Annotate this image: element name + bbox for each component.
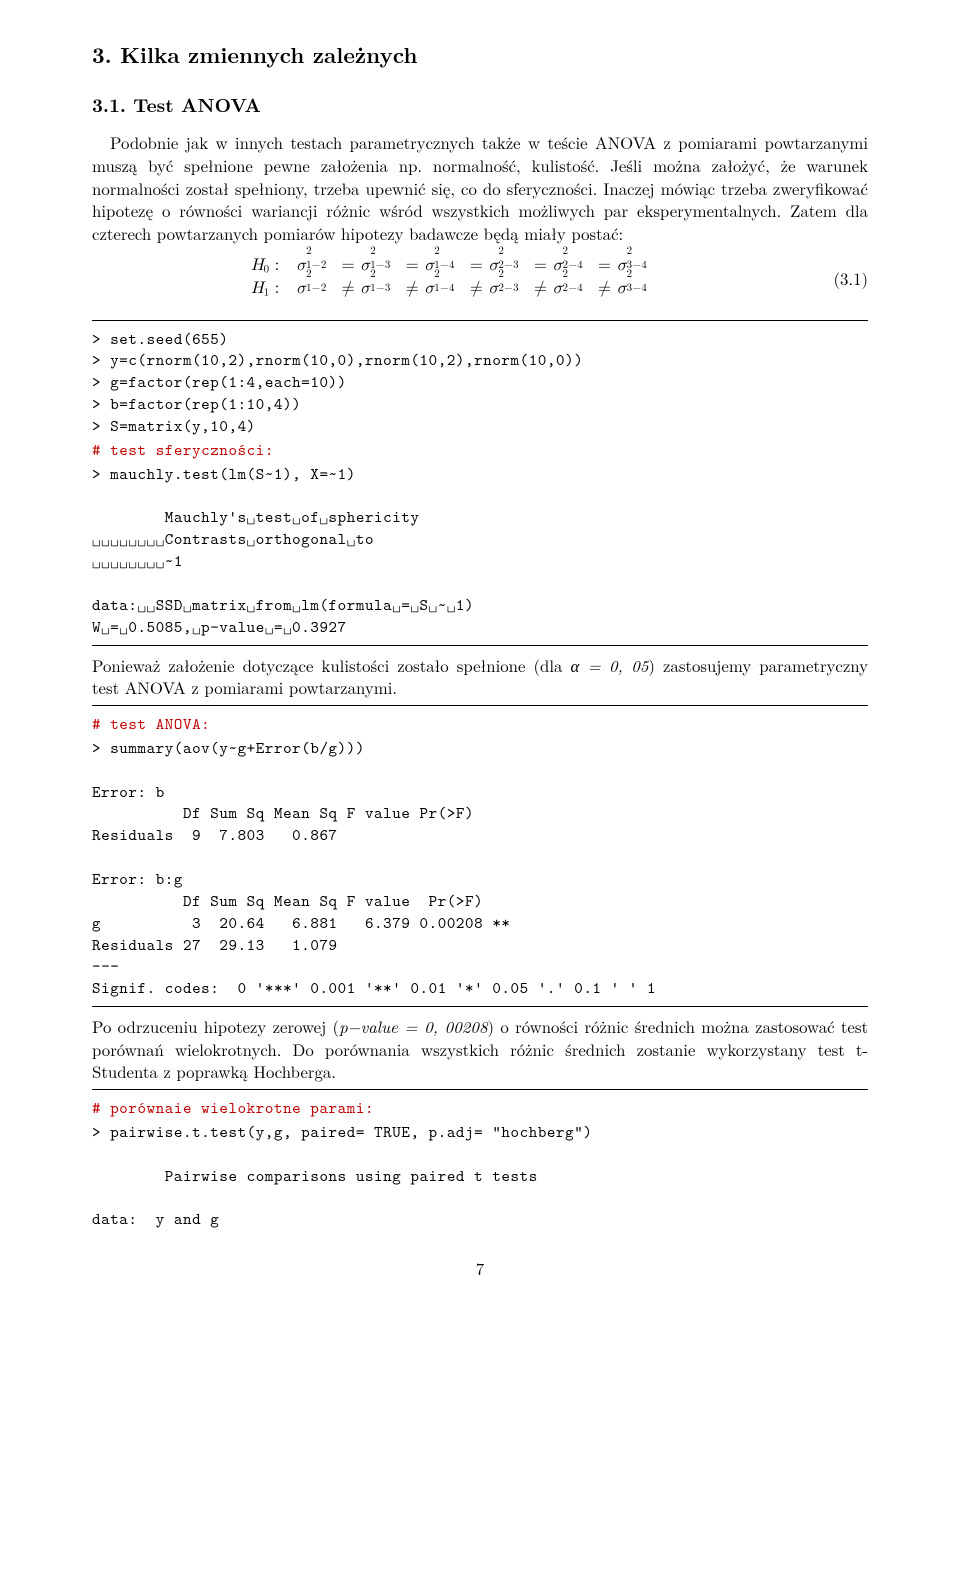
code-comment-sphericity: # test sferyczności: [92, 440, 868, 462]
math-inline: α = 0, 05 [570, 653, 648, 677]
paragraph-anova-result: Po odrzuceniu hipotezy zerowej (p−value … [92, 1015, 868, 1083]
text: Po odrzuceniu hipotezy zerowej ( [92, 1014, 339, 1038]
section-number: 3. [92, 39, 112, 70]
subsection-number: 3.1. [92, 90, 126, 118]
paragraph-mauchly-result: Ponieważ założenie dotyczące kulistości … [92, 654, 868, 699]
code-block-setup: > set.seed(655) > y=c(rnorm(10,2),rnorm(… [92, 329, 868, 438]
paragraph-intro: Podobnie jak w innych testach parametryc… [92, 131, 868, 244]
math-inline: p−value = 0, 00208 [339, 1014, 487, 1038]
divider [92, 1089, 868, 1090]
subsection-heading: 3.1. Test ANOVA [92, 92, 868, 118]
equation: H0 : σ21−21−2 = σ21−31−3 = σ21−41−4 = σ2… [92, 255, 815, 302]
text: Ponieważ założenie dotyczące kulistości … [92, 653, 570, 677]
page-number: 7 [92, 1257, 868, 1280]
code-block-pairwise: > pairwise.t.test(y,g, paired= TRUE, p.a… [92, 1122, 868, 1231]
code-comment-anova: # test ANOVA: [92, 714, 868, 736]
equation-block: H0 : σ21−21−2 = σ21−31−3 = σ21−41−4 = σ2… [92, 255, 868, 302]
divider [92, 645, 868, 646]
divider [92, 705, 868, 706]
code-comment-pairwise: # porównaie wielokrotne parami: [92, 1098, 868, 1120]
code-block-mauchly: > mauchly.test(lm(S~1), X=~1) Mauchly's␣… [92, 464, 868, 639]
divider [92, 320, 868, 321]
divider [92, 1006, 868, 1007]
equation-number: (3.1) [815, 267, 868, 290]
subsection-title: Test ANOVA [133, 90, 261, 118]
section-title: Kilka zmiennych zależnych [120, 39, 417, 70]
section-heading: 3. Kilka zmiennych zależnych [92, 40, 868, 70]
page: 3. Kilka zmiennych zależnych 3.1. Test A… [0, 0, 960, 1320]
code-block-anova: > summary(aov(y~g+Error(b/g))) Error: b … [92, 738, 868, 1000]
